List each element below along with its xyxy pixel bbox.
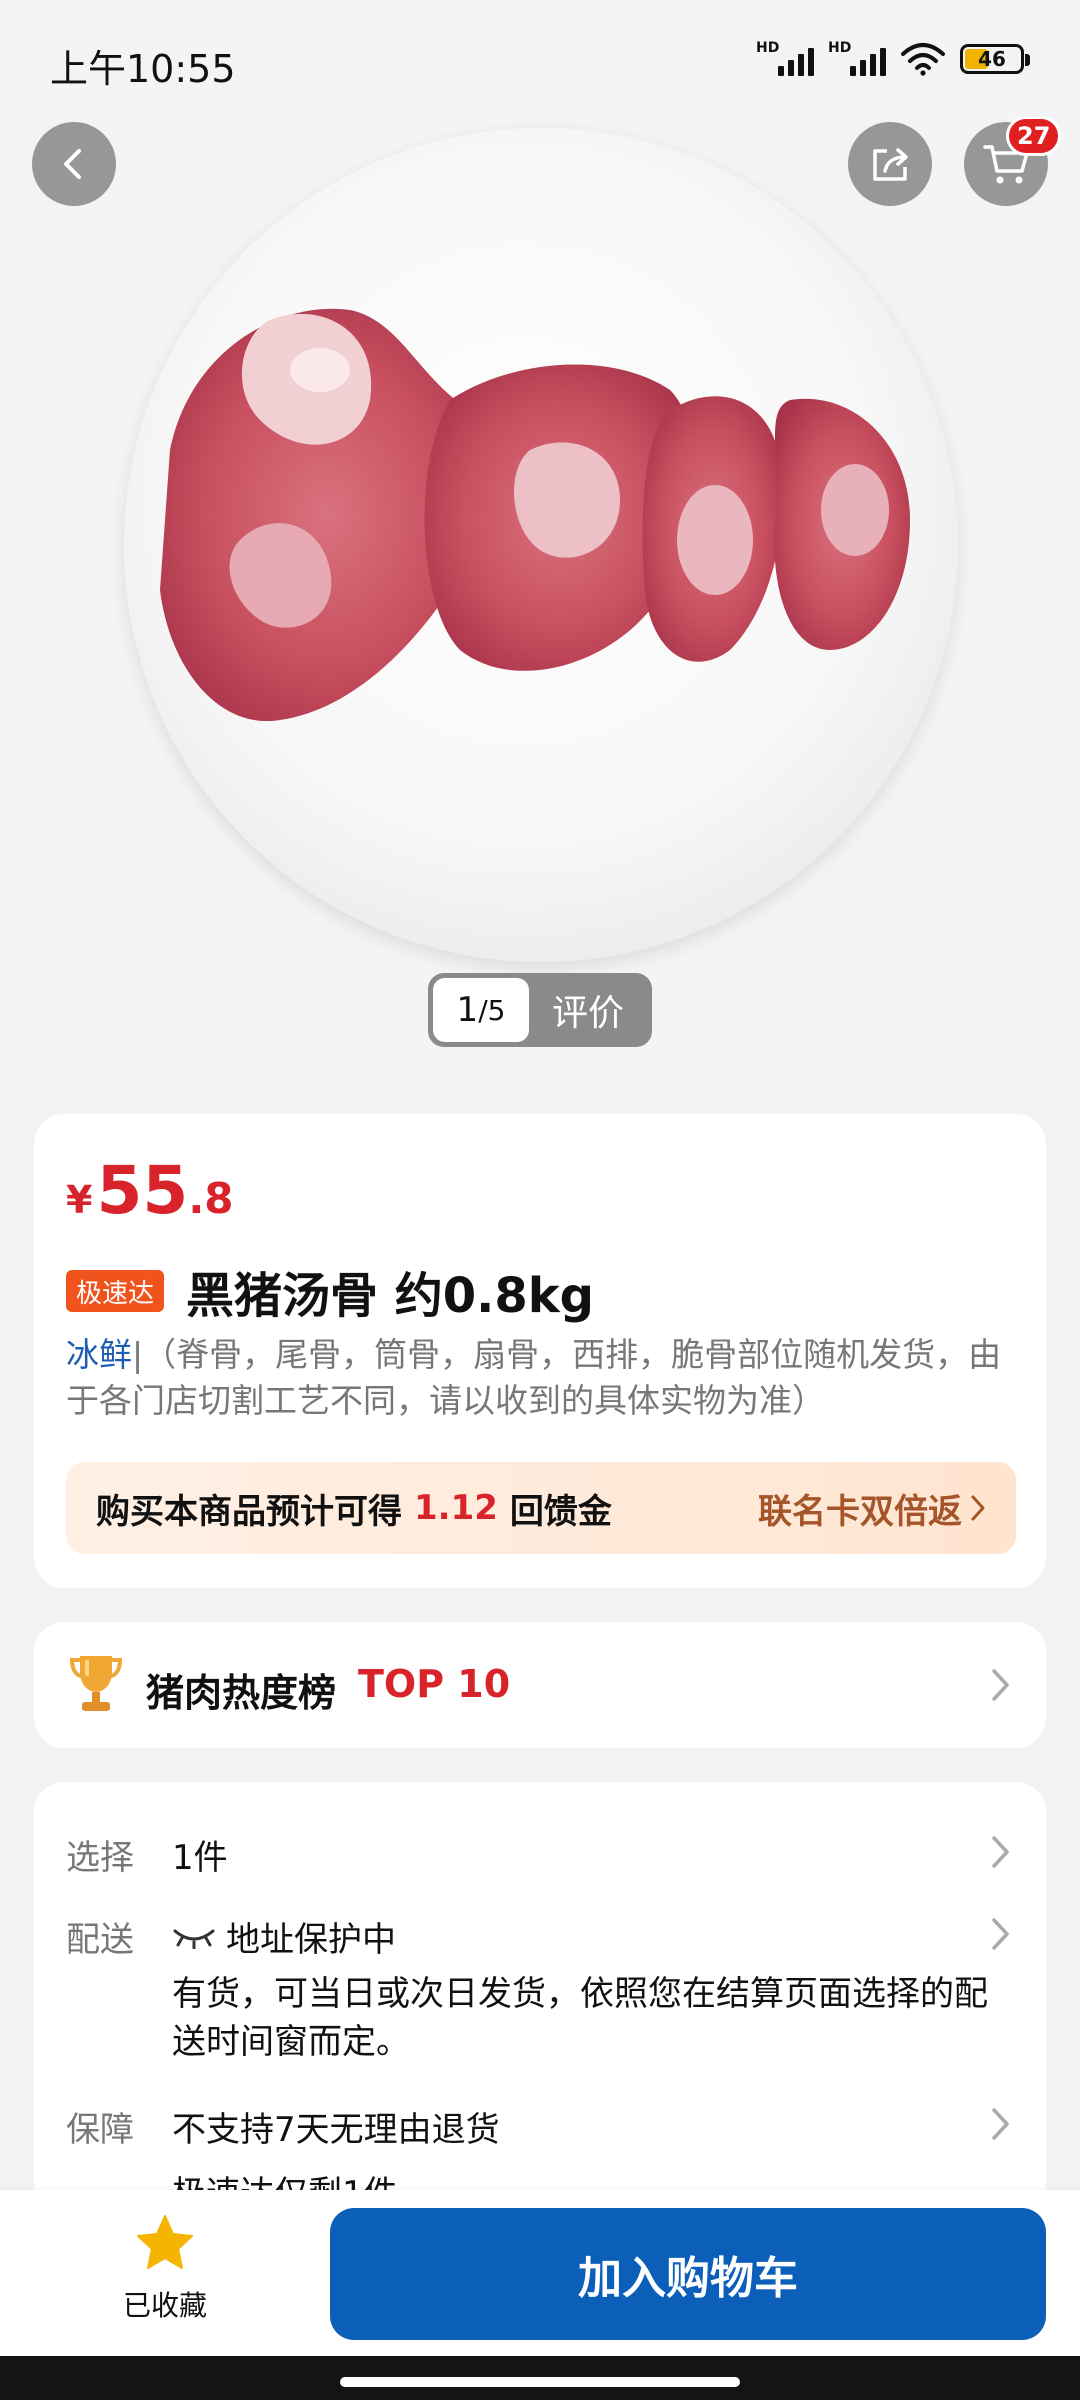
signal-icon: HD bbox=[828, 40, 886, 76]
add-to-cart-button[interactable]: 加入购物车 bbox=[330, 2208, 1046, 2340]
bottom-action-bar: 已收藏 加入购物车 bbox=[0, 2190, 1080, 2356]
chilled-label: 冰鲜 bbox=[66, 1335, 132, 1374]
cart-count-badge: 27 bbox=[1006, 116, 1062, 156]
select-value[interactable]: 1件 bbox=[172, 1830, 228, 1879]
signal-icon: HD bbox=[756, 40, 814, 76]
status-bar: 上午10:55 HD HD 46 bbox=[0, 0, 1080, 120]
guarantee-label: 保障 bbox=[66, 2110, 134, 2150]
product-gallery[interactable]: 上午10:55 HD HD 46 27 1 /5 评价 bbox=[0, 0, 1080, 1080]
rebate-banner[interactable]: 购买本商品预计可得 1.12 回馈金 联名卡双倍返 bbox=[66, 1462, 1016, 1554]
product-title: 黑猪汤骨 约0.8kg bbox=[186, 1268, 595, 1324]
star-icon bbox=[137, 2215, 193, 2269]
share-icon bbox=[873, 148, 908, 181]
share-button[interactable] bbox=[848, 122, 932, 206]
delivery-note: 有货，可当日或次日发货，依照您在结算页面选择的配送时间窗而定。 bbox=[172, 1974, 988, 2062]
favorite-button[interactable]: 已收藏 bbox=[90, 2212, 240, 2324]
favorite-label: 已收藏 bbox=[122, 2289, 207, 2322]
gallery-pager[interactable]: 1/5 评价 bbox=[428, 973, 652, 1047]
product-title-row: 极速达 黑猪汤骨 约0.8kg bbox=[66, 1256, 594, 1326]
gallery-page-indicator: 1/5 bbox=[433, 978, 529, 1042]
wifi-icon bbox=[901, 43, 945, 76]
guarantee-value[interactable]: 不支持7天无理由退货 bbox=[172, 2102, 500, 2151]
delivery-label: 配送 bbox=[66, 1920, 134, 1960]
chevron-right-icon[interactable] bbox=[990, 1834, 1012, 1870]
select-label: 选择 bbox=[66, 1838, 134, 1878]
trophy-icon bbox=[70, 1656, 122, 1711]
home-gesture-handle[interactable] bbox=[340, 2377, 740, 2387]
chevron-left-icon bbox=[64, 149, 81, 179]
ranking-position: TOP 10 bbox=[358, 1662, 511, 1706]
express-tag: 极速达 bbox=[66, 1270, 165, 1312]
back-button[interactable] bbox=[32, 122, 116, 206]
eye-closed-icon bbox=[173, 1929, 215, 1949]
product-info-card: ¥ 55 .8 极速达 黑猪汤骨 约0.8kg 冰鲜|（脊骨，尾骨，筒骨，扇骨，… bbox=[34, 1114, 1046, 1588]
spec-card: 选择 1件 配送 地址保护中 有货，可当日或次日发货，依照您在结算页面选择的配送… bbox=[34, 1782, 1046, 2242]
status-time: 上午10:55 bbox=[50, 47, 236, 91]
product-description: 冰鲜|（脊骨，尾骨，筒骨，扇骨，西排，脆骨部位随机发货，由于各门店切割工艺不同，… bbox=[66, 1335, 1002, 1420]
product-image-pork-bones bbox=[160, 308, 910, 722]
ranking-label: 猪肉热度榜 bbox=[146, 1671, 337, 1715]
delivery-address[interactable]: 地址保护中 bbox=[172, 1912, 396, 1961]
status-icons: HD HD 46 bbox=[756, 40, 1030, 76]
chevron-right-icon[interactable] bbox=[990, 1916, 1012, 1952]
ranking-row[interactable]: 猪肉热度榜 TOP 10 bbox=[34, 1622, 1046, 1748]
co-brand-card-link[interactable]: 联名卡双倍返 bbox=[758, 1484, 986, 1533]
chevron-right-icon bbox=[971, 1495, 985, 1521]
chevron-right-icon[interactable] bbox=[990, 2106, 1012, 2142]
chevron-right-icon bbox=[992, 1669, 1009, 1701]
product-price: ¥ 55 .8 bbox=[66, 1152, 234, 1229]
battery-icon: 46 bbox=[960, 44, 1030, 74]
review-tab[interactable]: 评价 bbox=[529, 984, 647, 1036]
